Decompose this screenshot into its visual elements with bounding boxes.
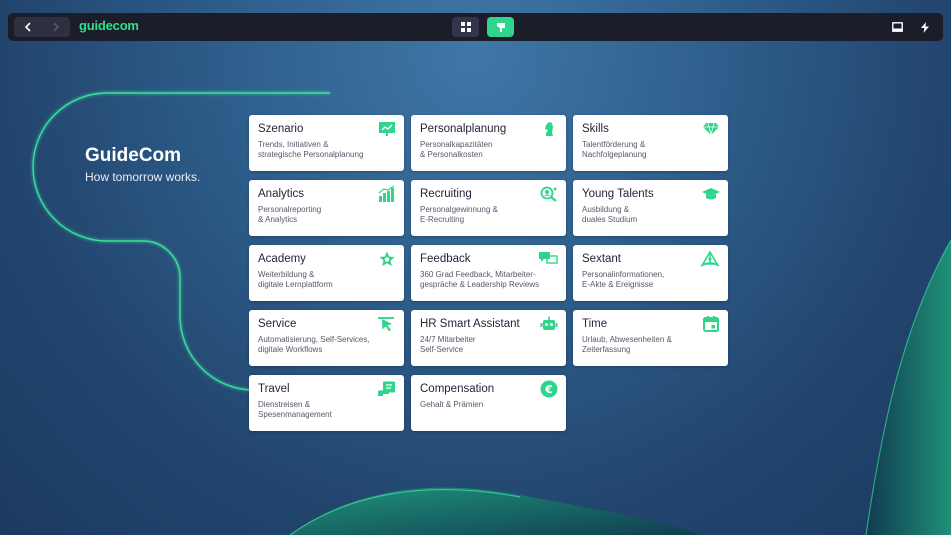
- brand-logo[interactable]: guidecom: [79, 18, 139, 33]
- tile-academy[interactable]: Academy Weiterbildung & digitale Lernplat…: [249, 245, 404, 301]
- window-icon: [891, 22, 903, 32]
- tile-description: Personalgewinnung & E-Recruiting: [420, 205, 498, 224]
- tile-title: Skills: [582, 123, 609, 135]
- tile-service[interactable]: Service Automatisierung, Self-Services, d…: [249, 310, 404, 366]
- tile-description: Gehalt & Prämien: [420, 400, 484, 409]
- tile-description: Personalreporting & Analytics: [258, 205, 322, 224]
- tile-description: Weiterbildung & digitale Lernplattform: [258, 270, 333, 289]
- tile-recruiting[interactable]: Recruiting Personalgewinnung & E-Recruiti…: [411, 180, 566, 236]
- calendar-icon: [703, 316, 719, 332]
- tile-title: Feedback: [420, 253, 471, 265]
- tile-feedback[interactable]: Feedback 360 Grad Feedback, Mitarbeiter-…: [411, 245, 566, 301]
- bar-chart-icon: [378, 186, 395, 202]
- tile-title: Compensation: [420, 383, 495, 395]
- back-button[interactable]: [14, 17, 42, 37]
- tile-title: Time: [582, 318, 608, 330]
- tile-szenario[interactable]: Szenario Trends, Initiativen & strategisc…: [249, 115, 404, 171]
- chat-bubbles-icon: [539, 252, 558, 264]
- tile-description: Dienstreisen & Spesenmanagement: [258, 400, 332, 419]
- forward-button[interactable]: [42, 17, 70, 37]
- svg-text:€: €: [544, 383, 553, 396]
- bolt-icon: [921, 21, 929, 33]
- receipt-icon: [378, 381, 395, 396]
- hero-title: GuideCom: [85, 145, 182, 166]
- tile-personalplanung[interactable]: Personalplanung Personalkapazitäten & Per…: [411, 115, 566, 171]
- chess-knight-icon: [545, 122, 553, 136]
- window-controls: [887, 17, 935, 37]
- tile-description: 360 Grad Feedback, Mitarbeiter-gespräche…: [420, 270, 540, 289]
- tile-description: Personalinformationen, E-Akte & Ereigniss…: [582, 270, 665, 289]
- star-badge-icon: [379, 251, 395, 266]
- cursor-click-icon: [378, 317, 394, 332]
- robot-icon: [540, 316, 558, 330]
- tile-title: Analytics: [258, 188, 305, 200]
- tile-title: Personalplanung: [420, 123, 507, 135]
- tile-title: Szenario: [258, 123, 304, 135]
- tile-description: Automatisierung, Self-Services, digitale …: [258, 335, 370, 354]
- tile-sextant[interactable]: Sextant Personalinformationen, E-Akte & E…: [573, 245, 728, 301]
- quick-action-button[interactable]: [915, 17, 935, 37]
- tile-title: HR Smart Assistant: [420, 318, 520, 330]
- tile-analytics[interactable]: Analytics Personalreporting & Analytics: [249, 180, 404, 236]
- tile-description: Urlaub, Abwesenheiten & Zeiterfassung: [582, 335, 672, 354]
- tile-description: Personalkapazitäten & Personalkosten: [420, 140, 493, 159]
- window-button[interactable]: [887, 17, 907, 37]
- hero-subtitle: How tomorrow works.: [85, 170, 201, 184]
- tile-title: Sextant: [582, 253, 621, 265]
- tile-description: 24/7 Mitarbeiter Self-Service: [420, 335, 476, 354]
- tile-title: Academy: [258, 253, 306, 265]
- tile-travel[interactable]: Travel Dienstreisen & Spesenmanagement: [249, 375, 404, 431]
- tiles-view-button[interactable]: [487, 17, 514, 37]
- history-nav: [14, 17, 70, 37]
- grid-view-button[interactable]: [452, 17, 479, 37]
- tile-title: Young Talents: [582, 188, 654, 200]
- euro-coin-icon: €: [540, 380, 558, 398]
- top-bar: guidecom: [8, 13, 943, 41]
- tile-title: Service: [258, 318, 297, 330]
- presentation-icon: [379, 122, 395, 136]
- tile-young-talents[interactable]: Young Talents Ausbildung & duales Studium: [573, 180, 728, 236]
- tile-description: Trends, Initiativen & strategische Person…: [258, 140, 364, 159]
- graduation-cap-icon: [702, 188, 720, 200]
- tile-hr-smart-assistant[interactable]: HR Smart Assistant 24/7 Mitarbeiter Self-…: [411, 310, 566, 366]
- diamond-icon: [703, 122, 719, 136]
- grid-icon: [460, 22, 471, 32]
- view-toggle: [452, 17, 514, 37]
- user-search-icon: [540, 186, 557, 202]
- chevron-left-icon: [24, 22, 31, 32]
- tile-title: Recruiting: [420, 188, 472, 200]
- tile-title: Travel: [258, 383, 290, 395]
- tile-compensation[interactable]: Compensation Gehalt & Prämien €: [411, 375, 566, 431]
- sextant-icon: [700, 251, 720, 267]
- tile-skills[interactable]: Skills Talentförderung & Nachfolgeplanung: [573, 115, 728, 171]
- chevron-right-icon: [53, 22, 60, 32]
- tile-description: Ausbildung & duales Studium: [582, 205, 638, 224]
- tile-time[interactable]: Time Urlaub, Abwesenheiten & Zeiterfassun…: [573, 310, 728, 366]
- tile-description: Talentförderung & Nachfolgeplanung: [582, 140, 647, 159]
- flag-icon: [496, 22, 505, 32]
